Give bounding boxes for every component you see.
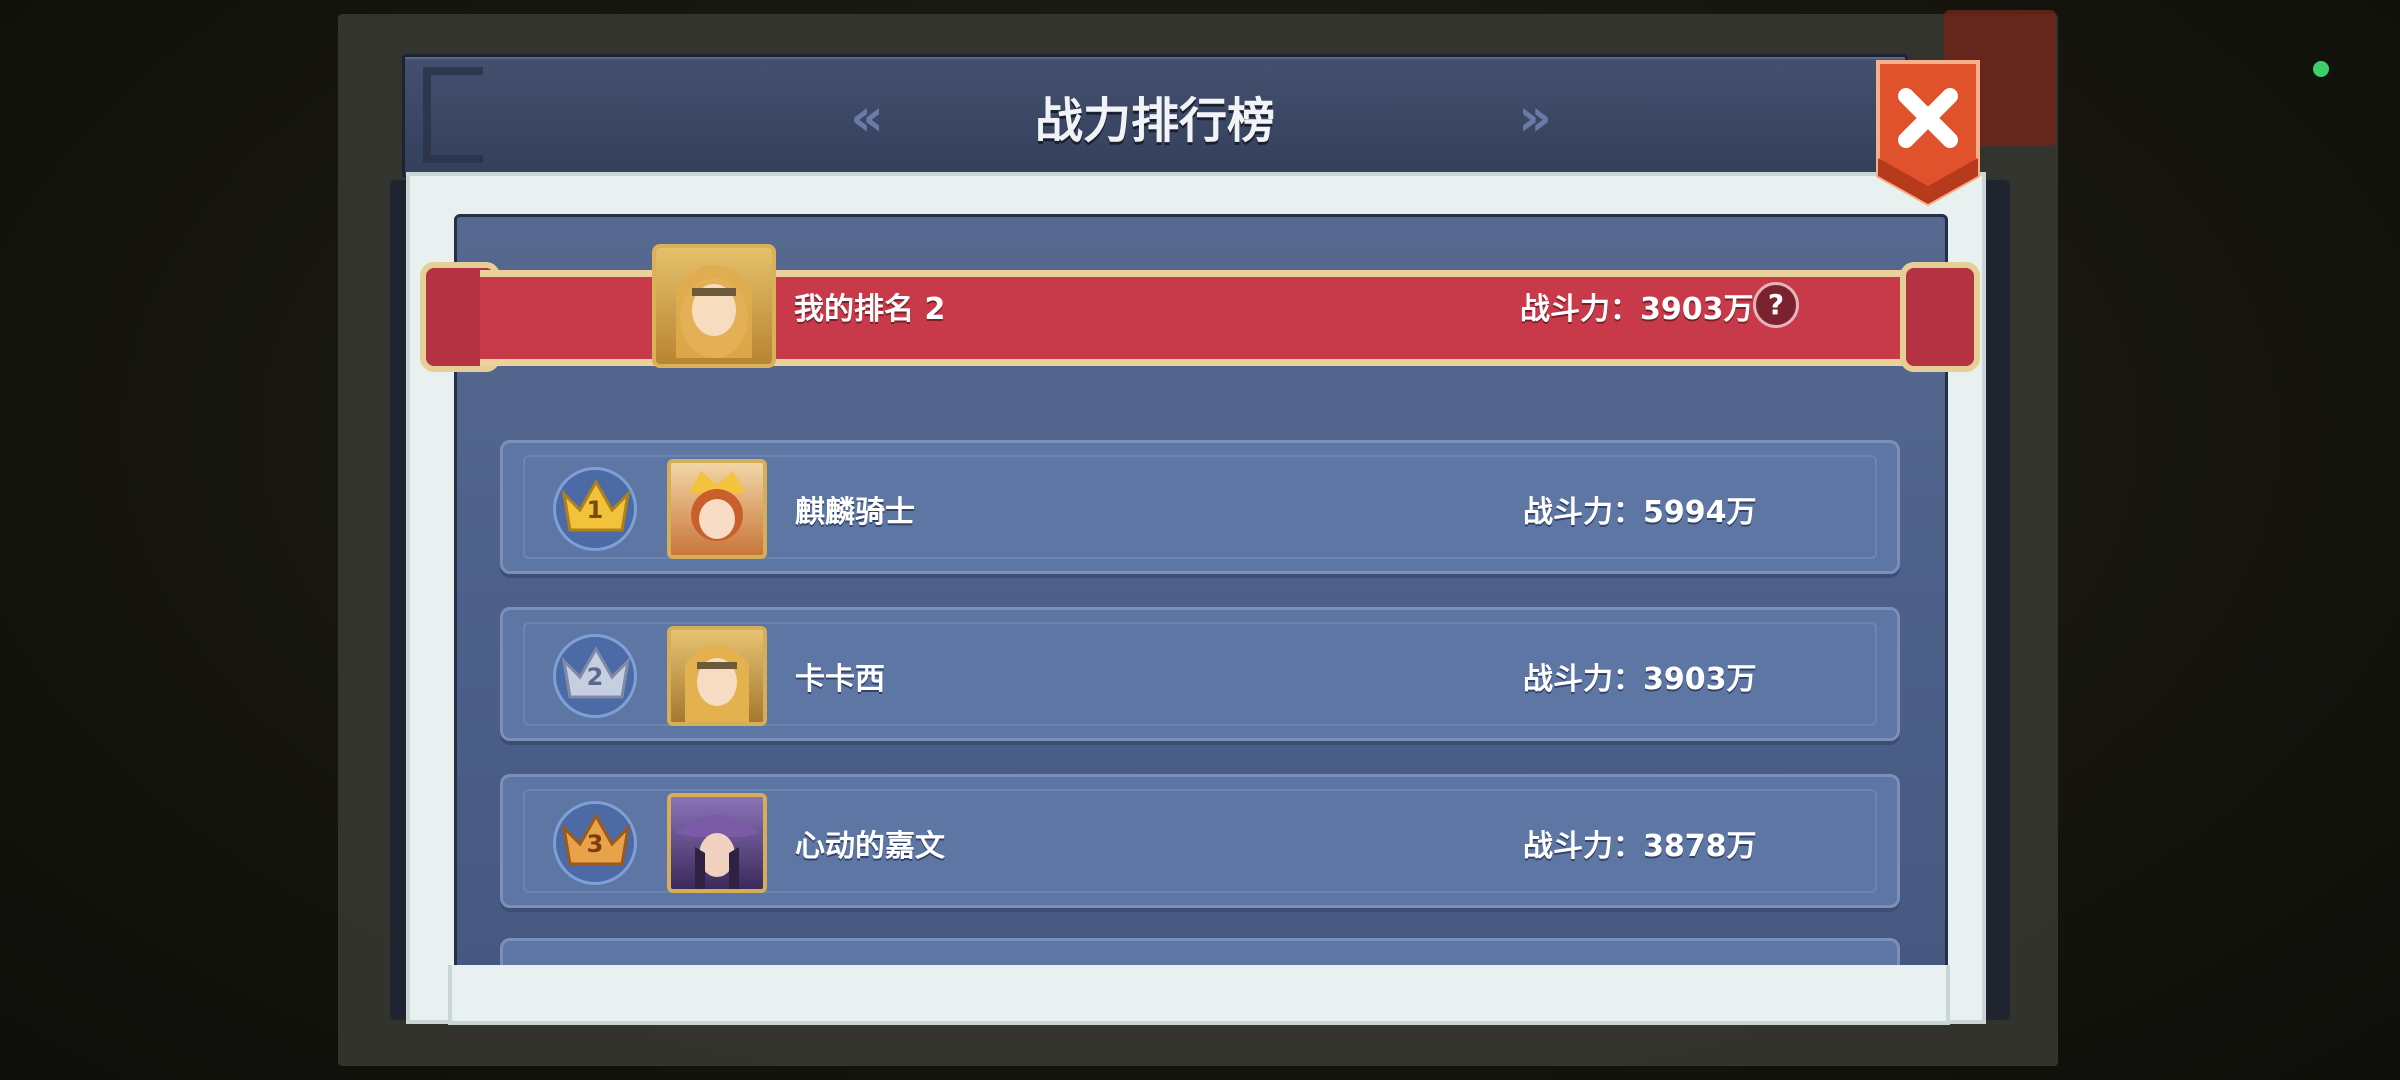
player-name: 卡卡西 (795, 662, 885, 697)
bronze-crown-icon: 3 (553, 801, 637, 885)
player-name: 心动的嘉文 (795, 829, 945, 864)
close-icon (1876, 60, 1980, 207)
ranking-row-2[interactable]: 2 卡卡西 战斗力：3903万 (500, 607, 1900, 741)
panel-bottom-edge (448, 965, 1950, 1025)
ranking-row-3[interactable]: 3 心动的嘉文 战斗力：3878万 (500, 774, 1900, 908)
my-power-value: 战斗力：3903万 (1520, 292, 1754, 327)
player-avatar (667, 459, 767, 559)
player-avatar (667, 793, 767, 893)
player-avatar (667, 626, 767, 726)
help-button[interactable]: ? (1753, 282, 1799, 328)
dialog-title: 战力排行榜 (1034, 93, 1275, 149)
double-chevron-right-icon[interactable]: » (1505, 92, 1565, 144)
my-avatar (652, 244, 776, 368)
ranking-row-4-partial (500, 938, 1900, 968)
player-name: 麒麟骑士 (795, 495, 915, 530)
status-indicator (2313, 61, 2329, 77)
my-rank-label: 我的排名 2 (794, 292, 946, 327)
player-power: 战斗力：3878万 (1523, 829, 1757, 864)
player-power: 战斗力：3903万 (1523, 662, 1757, 697)
ribbon-end-right (1900, 262, 1980, 372)
silver-crown-icon: 2 (553, 634, 637, 718)
ranking-row-1[interactable]: 1 麒麟骑士 战斗力：5994万 (500, 440, 1900, 574)
gold-crown-icon: 1 (553, 467, 637, 551)
close-button[interactable] (1872, 58, 1984, 207)
player-power: 战斗力：5994万 (1523, 495, 1757, 530)
title-bar: « 战力排行榜 » (402, 54, 1908, 178)
